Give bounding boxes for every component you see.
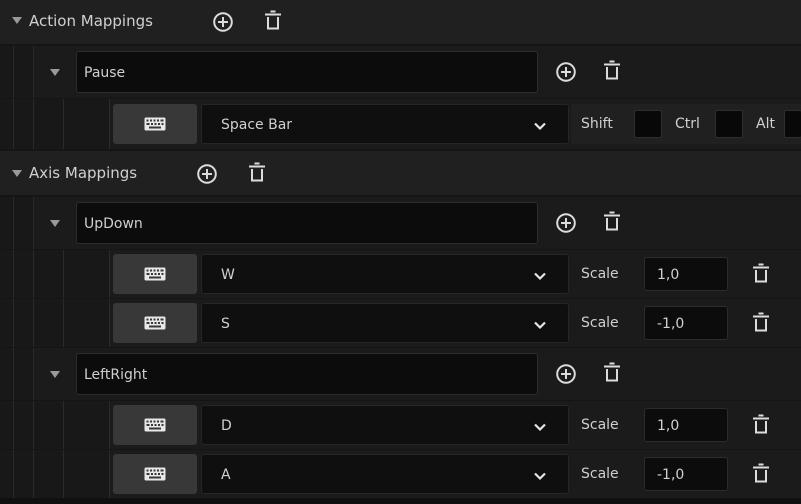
keyboard-icon [144, 467, 166, 481]
action-mappings-header: Action Mappings [0, 0, 801, 44]
shift-checkbox[interactable] [634, 110, 662, 138]
shift-label: Shift [581, 116, 613, 132]
action-mappings-label: Action Mappings [29, 12, 153, 30]
chevron-down-icon[interactable] [50, 371, 60, 378]
axis-mappings-label: Axis Mappings [29, 164, 138, 182]
scale-input[interactable]: -1,0 [644, 306, 728, 340]
chevron-down-icon[interactable] [50, 220, 60, 227]
key-selector-button[interactable] [113, 454, 197, 494]
trash-icon[interactable] [751, 312, 771, 334]
ctrl-label: Ctrl [675, 116, 700, 132]
action-row-pause: Pause [0, 46, 801, 98]
scale-label: Scale [581, 466, 619, 482]
axis-name-field[interactable]: UpDown [76, 202, 538, 244]
keyboard-icon [144, 267, 166, 281]
action-key-row: Space Bar Shift Ctrl Alt [0, 99, 801, 149]
keyboard-icon [144, 418, 166, 432]
trash-icon[interactable] [751, 414, 771, 436]
trash-icon[interactable] [602, 211, 622, 233]
keyboard-icon [144, 117, 166, 131]
trash-icon[interactable] [602, 60, 622, 82]
ctrl-checkbox[interactable] [715, 110, 743, 138]
axis-row-leftright: LeftRight [0, 348, 801, 400]
key-combo[interactable]: D [201, 405, 569, 445]
chevron-down-icon [533, 471, 547, 481]
key-combo[interactable]: A [201, 454, 569, 494]
chevron-down-icon [533, 271, 547, 281]
key-combo[interactable]: W [201, 254, 569, 294]
keyboard-icon [144, 316, 166, 330]
chevron-down-icon [533, 121, 547, 131]
chevron-down-icon[interactable] [12, 170, 22, 177]
scale-input[interactable]: -1,0 [644, 457, 728, 491]
scale-input[interactable]: 1,0 [644, 408, 728, 442]
alt-checkbox[interactable] [784, 110, 801, 138]
plus-circle-icon[interactable] [555, 212, 577, 234]
scale-label: Scale [581, 417, 619, 433]
scale-input[interactable]: 1,0 [644, 257, 728, 291]
chevron-down-icon [533, 320, 547, 330]
scale-label: Scale [581, 266, 619, 282]
axis-key-row: A Scale -1,0 [0, 450, 801, 498]
scale-label: Scale [581, 315, 619, 331]
chevron-down-icon[interactable] [50, 69, 60, 76]
trash-icon[interactable] [751, 463, 771, 485]
trash-icon[interactable] [751, 263, 771, 285]
key-selector-button[interactable] [113, 405, 197, 445]
trash-icon[interactable] [602, 362, 622, 384]
key-combo[interactable]: Space Bar [201, 104, 569, 144]
axis-mappings-header: Axis Mappings [0, 151, 801, 195]
key-selector-button[interactable] [113, 303, 197, 343]
plus-circle-icon[interactable] [555, 363, 577, 385]
key-selector-button[interactable] [113, 104, 197, 144]
plus-circle-icon[interactable] [555, 61, 577, 83]
plus-circle-icon[interactable] [212, 11, 234, 33]
axis-key-row: W Scale 1,0 [0, 250, 801, 298]
axis-key-row: S Scale -1,0 [0, 299, 801, 347]
trash-icon[interactable] [263, 10, 283, 32]
chevron-down-icon [533, 422, 547, 432]
plus-circle-icon[interactable] [196, 163, 218, 185]
trash-icon[interactable] [247, 162, 267, 184]
axis-name-field[interactable]: LeftRight [76, 353, 538, 395]
action-name-field[interactable]: Pause [76, 51, 538, 93]
axis-row-updown: UpDown [0, 197, 801, 249]
axis-key-row: D Scale 1,0 [0, 401, 801, 449]
alt-label: Alt [756, 116, 775, 132]
key-combo[interactable]: S [201, 303, 569, 343]
chevron-down-icon[interactable] [12, 17, 22, 24]
key-selector-button[interactable] [113, 254, 197, 294]
